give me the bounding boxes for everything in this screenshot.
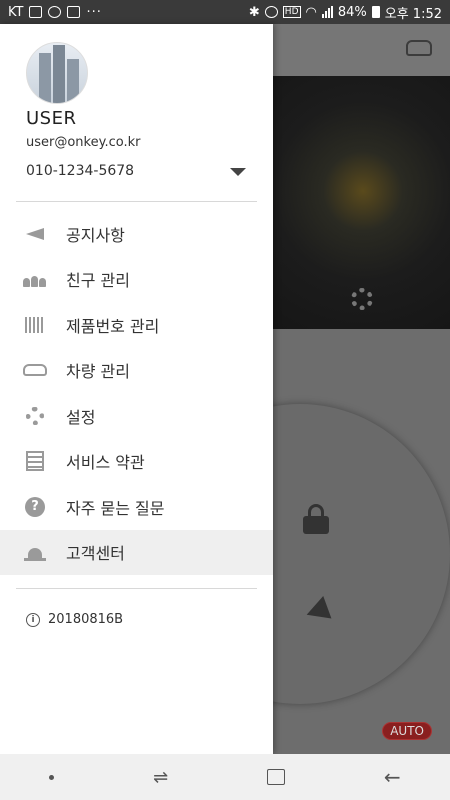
system-navigation-bar: ⇌ ← [0, 754, 450, 800]
divider [16, 588, 257, 589]
barcode-icon [22, 315, 48, 335]
signal-icon [321, 6, 333, 18]
menu-item-label: 자주 묻는 질문 [66, 498, 165, 518]
bluetooth-icon: ✱ [248, 4, 260, 20]
user-phone: 010-1234-5678 [26, 163, 135, 179]
home-icon[interactable] [267, 769, 286, 785]
battery-percent: 84% [337, 4, 367, 20]
carrier-label: KT [8, 4, 24, 20]
version-value: 20180816B [48, 612, 124, 627]
menu-item-friends[interactable]: 친구 관리 [0, 257, 273, 303]
siren-icon [22, 542, 48, 562]
menu-item-faq[interactable]: ? 자주 묻는 질문 [0, 484, 273, 530]
menu-item-terms[interactable]: 서비스 약관 [0, 439, 273, 485]
wifi-icon: ◠ [305, 4, 317, 20]
recent-apps-icon[interactable]: ⇌ [153, 767, 168, 788]
status-left: KT ··· [8, 5, 102, 20]
chevron-down-icon[interactable] [230, 168, 246, 176]
divider [16, 201, 257, 202]
user-name: USER [26, 108, 77, 129]
menu-item-label: 서비스 약관 [66, 453, 145, 473]
status-right: ✱ HD ◠ 84% 오후 1:52 [249, 3, 442, 22]
avatar[interactable] [26, 42, 88, 104]
info-icon: i [26, 612, 40, 627]
menu-item-notices[interactable]: 공지사항 [0, 211, 273, 257]
menu-item-label: 차량 관리 [66, 362, 130, 382]
horn-icon [298, 595, 334, 627]
friends-icon [22, 269, 48, 289]
megaphone-icon [22, 224, 48, 244]
menu-list: 공지사항 친구 관리 제품번호 관리 차량 관리 설정 서비스 약관 ? 자주 … [0, 211, 273, 575]
more-notifications: ··· [86, 4, 102, 20]
nav-dot-icon[interactable] [49, 774, 55, 780]
status-bar: KT ··· ✱ HD ◠ 84% 오후 1:52 [0, 0, 450, 24]
car-icon [406, 40, 432, 56]
camera-preview [273, 76, 450, 329]
navigation-drawer: USER user@onkey.co.kr 010-1234-5678 공지사항… [0, 24, 273, 754]
gear-icon [351, 288, 373, 310]
menu-item-settings[interactable]: 설정 [0, 393, 273, 439]
lock-icon [303, 504, 329, 534]
hd-label: HD [282, 6, 301, 18]
menu-item-label: 제품번호 관리 [66, 316, 160, 336]
app-notification-icon [48, 6, 62, 18]
menu-item-label: 친구 관리 [66, 271, 130, 291]
user-email: user@onkey.co.kr [26, 135, 141, 150]
car-icon [22, 360, 48, 380]
menu-item-label: 설정 [66, 407, 96, 427]
alarm-icon [264, 6, 278, 18]
gear-icon [22, 406, 48, 426]
message-icon [67, 6, 81, 18]
app-version: i 20180816B [26, 612, 123, 627]
battery-icon [371, 6, 380, 18]
back-icon[interactable]: ← [384, 765, 401, 789]
question-icon: ? [22, 496, 48, 517]
document-icon [22, 451, 48, 472]
menu-item-label: 고객센터 [66, 544, 125, 564]
menu-item-label: 공지사항 [66, 225, 125, 245]
menu-item-vehicle[interactable]: 차량 관리 [0, 348, 273, 394]
auto-badge: AUTO [382, 722, 432, 740]
clock: 오후 1:52 [384, 6, 442, 22]
menu-item-product-number[interactable]: 제품번호 관리 [0, 302, 273, 348]
gallery-icon [29, 6, 43, 18]
menu-item-customer-center[interactable]: 고객센터 [0, 529, 273, 575]
